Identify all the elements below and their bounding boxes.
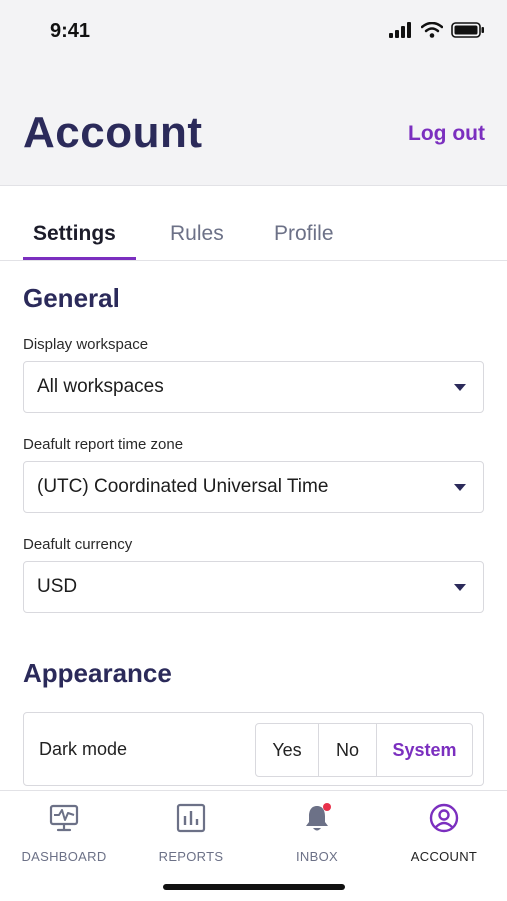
battery-icon: [451, 22, 484, 38]
page-title: Account: [23, 108, 203, 157]
time-zone-value: (UTC) Coordinated Universal Time: [37, 476, 329, 497]
tab-rules[interactable]: Rules: [170, 222, 224, 246]
header-bar: 9:41 Account Log out: [0, 0, 507, 186]
display-workspace-value: All workspaces: [37, 376, 164, 397]
cellular-signal-icon: [389, 22, 411, 38]
active-tab-indicator: [23, 257, 136, 260]
dark-mode-no-option[interactable]: No: [319, 724, 377, 776]
currency-value: USD: [37, 576, 78, 597]
dark-mode-yes-option[interactable]: Yes: [256, 724, 319, 776]
nav-reports-label: REPORTS: [158, 849, 224, 864]
nav-reports[interactable]: REPORTS: [128, 801, 254, 867]
user-circle-icon: [429, 803, 459, 833]
time-zone-label: Deafult report time zone: [23, 436, 184, 453]
status-time: 9:41: [50, 20, 91, 42]
nav-dashboard-label: DASHBOARD: [21, 849, 107, 864]
display-workspace-label: Display workspace: [23, 336, 149, 353]
bar-chart-icon: [176, 803, 206, 833]
wifi-icon: [421, 22, 443, 38]
dropdown-caret-icon: [454, 384, 466, 391]
currency-label: Deafult currency: [23, 536, 133, 553]
account-tabs: Settings Rules Profile: [0, 186, 507, 261]
appearance-section-title: Appearance: [23, 658, 172, 688]
monitor-icon: [49, 804, 79, 832]
bell-icon: [306, 803, 331, 831]
nav-inbox[interactable]: INBOX: [254, 801, 380, 867]
notification-dot: [323, 803, 331, 811]
dark-mode-card: Dark mode Yes No System: [23, 712, 484, 786]
tab-profile[interactable]: Profile: [274, 222, 334, 246]
dark-mode-segmented-control: Yes No System: [255, 723, 473, 777]
dark-mode-label: Dark mode: [39, 739, 128, 759]
nav-dashboard[interactable]: DASHBOARD: [1, 801, 127, 867]
home-indicator: [163, 884, 345, 890]
status-icons: [389, 22, 485, 38]
general-section-title: General: [23, 283, 120, 313]
dropdown-caret-icon: [454, 584, 466, 591]
nav-inbox-label: INBOX: [296, 849, 338, 864]
nav-account[interactable]: ACCOUNT: [381, 801, 507, 867]
dropdown-caret-icon: [454, 484, 466, 491]
dark-mode-system-option[interactable]: System: [377, 724, 472, 776]
time-zone-select[interactable]: (UTC) Coordinated Universal Time: [23, 461, 484, 513]
nav-account-label: ACCOUNT: [410, 849, 478, 864]
logout-button[interactable]: Log out: [408, 122, 485, 146]
display-workspace-select[interactable]: All workspaces: [23, 361, 484, 413]
currency-select[interactable]: USD: [23, 561, 484, 613]
tab-settings[interactable]: Settings: [33, 222, 116, 246]
